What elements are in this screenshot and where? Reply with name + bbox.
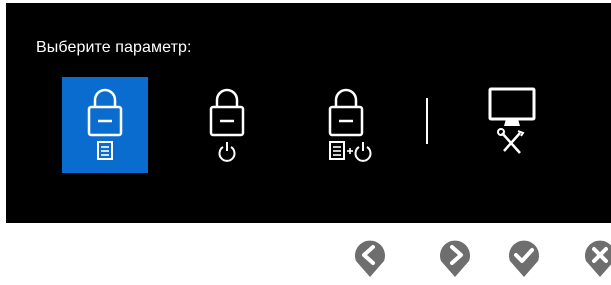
lock-menu-power-icon	[328, 88, 372, 162]
option-lock-menu-power[interactable]	[303, 77, 389, 173]
confirm-icon	[509, 240, 539, 277]
lock-menu-icon	[87, 88, 123, 160]
separator	[426, 98, 428, 144]
monitor-settings-icon	[488, 87, 536, 154]
next-button[interactable]	[438, 238, 472, 278]
option-lock-power[interactable]	[184, 77, 270, 173]
previous-button[interactable]	[353, 238, 387, 278]
next-icon	[440, 240, 470, 277]
previous-icon	[355, 240, 385, 277]
option-lock-menu[interactable]	[62, 77, 148, 173]
osd-panel: Выберите параметр:	[6, 3, 611, 223]
prompt-text: Выберите параметр:	[36, 39, 192, 56]
option-monitor-settings[interactable]	[468, 77, 554, 173]
exit-button[interactable]	[583, 238, 611, 278]
exit-icon	[585, 240, 611, 277]
lock-power-icon	[209, 88, 245, 162]
confirm-button[interactable]	[507, 238, 541, 278]
